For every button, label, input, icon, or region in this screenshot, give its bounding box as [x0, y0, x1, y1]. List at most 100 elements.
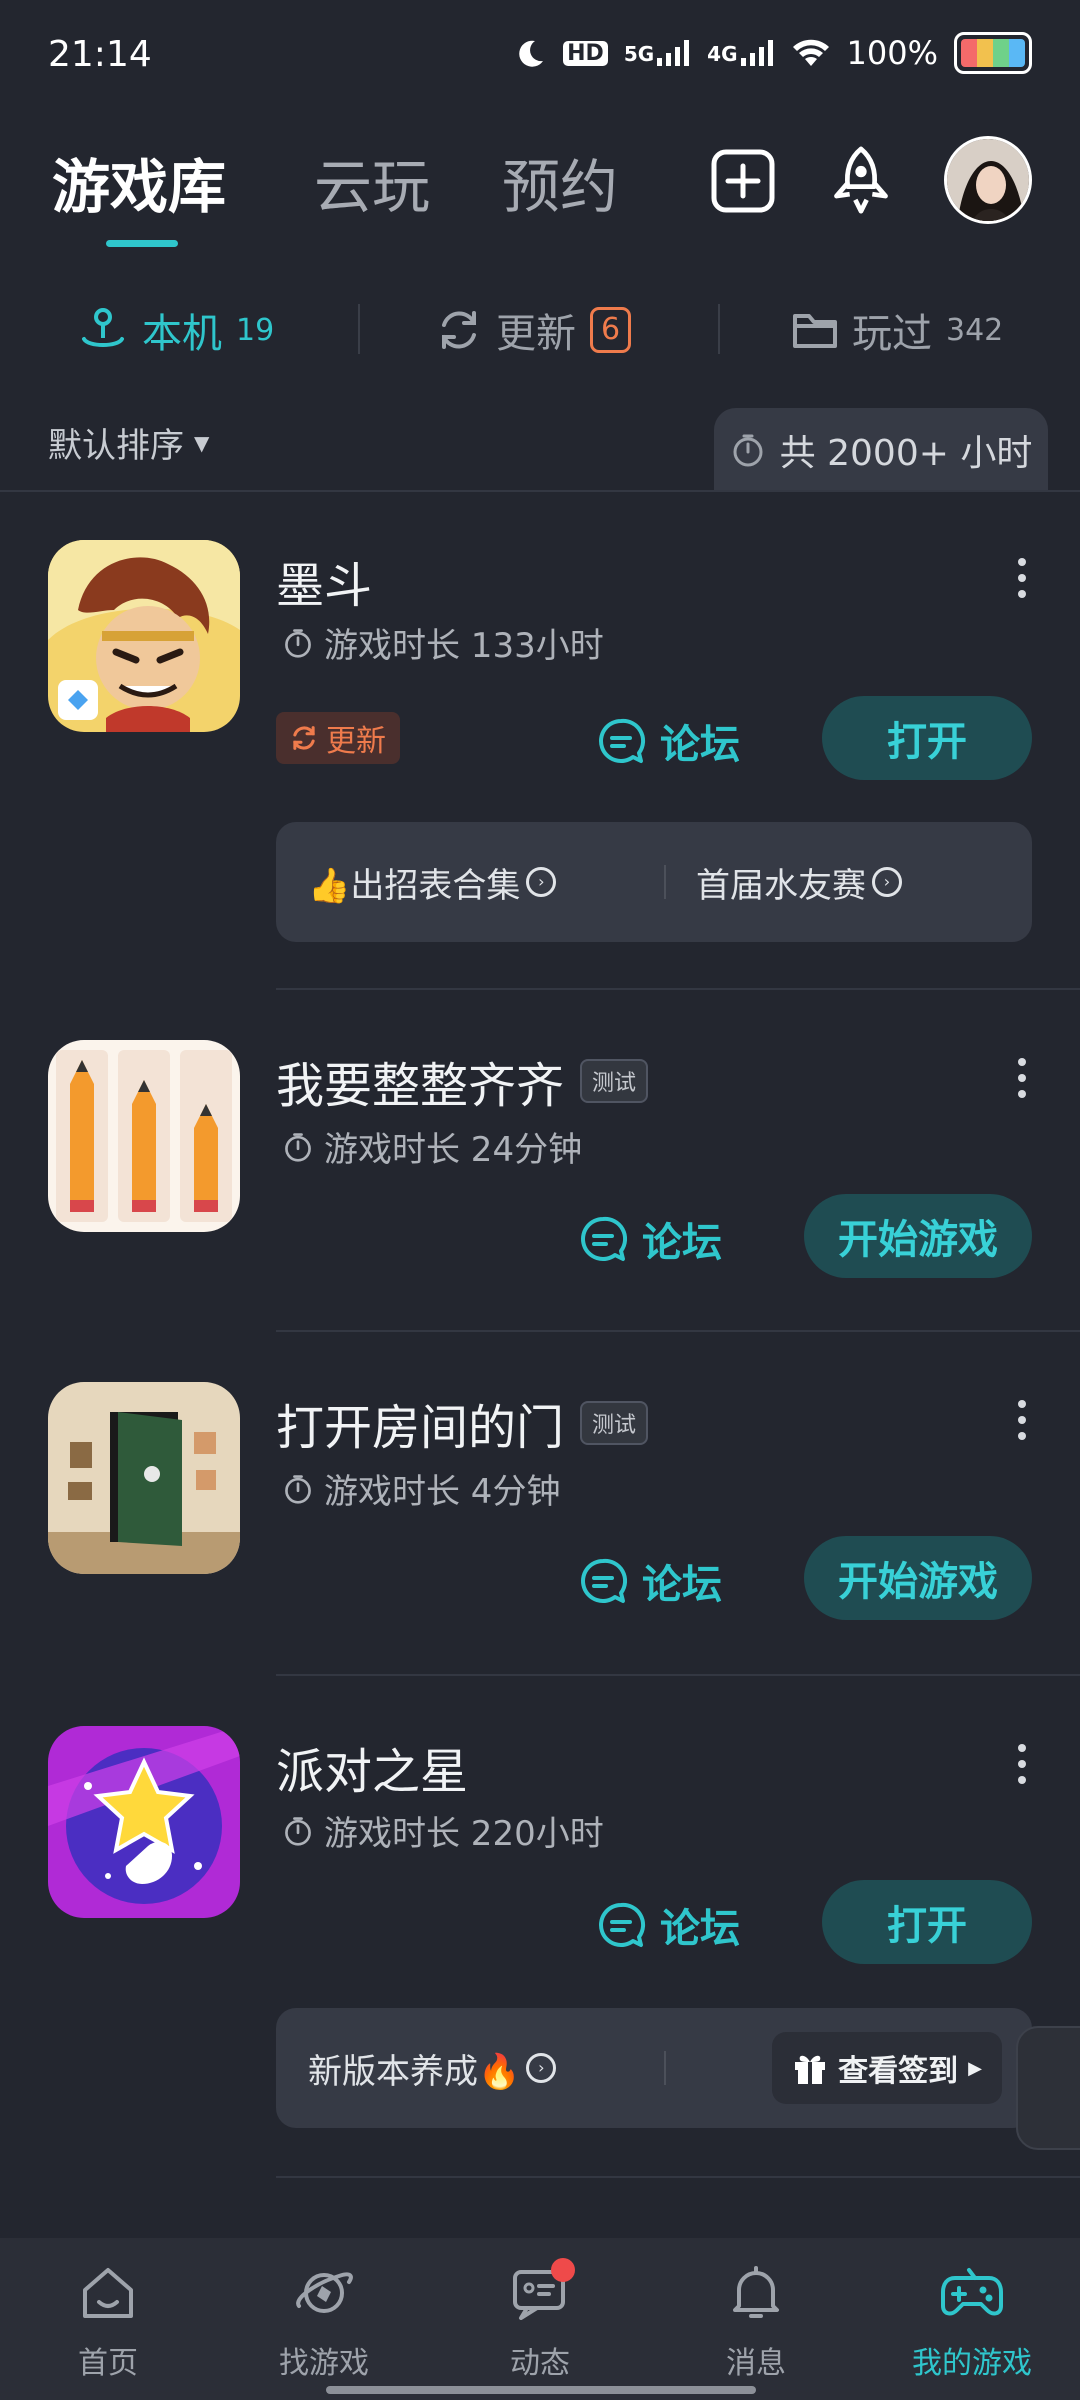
gamepad-icon [941, 2268, 1003, 2316]
game-playtime-open-door: 游戏时长 4分钟 [282, 1464, 560, 1513]
game-playtime-party-star: 游戏时长 220小时 [282, 1806, 604, 1855]
chat-bubble-icon [599, 718, 646, 763]
test-tag: 测试 [580, 1059, 649, 1103]
forum-link[interactable]: 论坛 [578, 1552, 722, 1610]
game-icon-party-star[interactable] [48, 1726, 240, 1918]
nav-my-games[interactable]: 我的游戏 [892, 2262, 1052, 2382]
avatar[interactable] [944, 136, 1032, 224]
subtab-update-label: 更新 [496, 311, 576, 357]
sort-dropdown[interactable]: 默认排序 ▼ [48, 418, 209, 467]
start-game-button[interactable]: 开始游戏 [804, 1536, 1032, 1620]
row-divider [276, 988, 1080, 990]
tab-reservation[interactable]: 预约 [502, 140, 618, 224]
open-game-button[interactable]: 打开 [822, 696, 1032, 780]
divider [0, 490, 1080, 492]
bell-icon [733, 2266, 779, 2318]
forum-link[interactable]: 论坛 [578, 1210, 722, 1268]
promo-card: 👍出招表合集 › 首届水友赛 › [276, 822, 1032, 942]
game-icon-modou[interactable] [48, 540, 240, 732]
forum-link[interactable]: 论坛 [596, 712, 740, 770]
chat-bubble-icon [581, 1216, 628, 1261]
row-divider [276, 2176, 1080, 2178]
arrow-right-circle-icon: › [526, 867, 557, 897]
wifi-icon [792, 39, 829, 66]
arrow-right-circle-icon: › [526, 2053, 557, 2083]
arrow-right-circle-icon: › [872, 867, 902, 897]
timer-icon [285, 1474, 311, 1504]
game-title-party-star[interactable]: 派对之星 [276, 1732, 468, 1802]
test-tag: 测试 [580, 1401, 649, 1445]
game-title-tidy-up[interactable]: 我要整整齐齐 测试 [276, 1046, 649, 1116]
open-game-button[interactable]: 打开 [822, 1880, 1032, 1964]
more-options-button[interactable] [1012, 558, 1032, 598]
status-icons: HD 5G 4G 100% [515, 32, 1032, 74]
subtab-divider [358, 304, 360, 354]
update-count-badge: 6 [590, 307, 632, 353]
game-icon-open-door[interactable] [48, 1382, 240, 1574]
subtab-played[interactable]: 玩过 342 [792, 300, 1003, 360]
chat-bubble-icon [581, 1558, 628, 1603]
gift-icon [795, 2055, 826, 2084]
sort-label: 默认排序 [48, 426, 184, 466]
subtab-played-label: 玩过 [852, 311, 932, 357]
refresh-icon [293, 726, 315, 750]
timer-icon [733, 434, 763, 467]
row-divider [276, 1330, 1080, 1332]
tab-cloud-play[interactable]: 云玩 [314, 140, 430, 224]
total-playtime-chip: 共 2000+ 小时 [714, 408, 1048, 492]
promo-moves-collection[interactable]: 👍出招表合集 › [308, 858, 664, 907]
nav-feed[interactable]: 动态 [460, 2258, 620, 2382]
promo-new-version[interactable]: 新版本养成🔥 › [308, 2044, 664, 2093]
subtab-update[interactable]: 更新 6 [436, 300, 632, 360]
4g-signal-icon: 4G [707, 40, 774, 66]
caret-down-icon: ▼ [194, 430, 210, 455]
notification-dot [551, 2258, 575, 2282]
rocket-icon [834, 146, 888, 214]
promo-tournament[interactable]: 首届水友赛 › [696, 858, 902, 907]
planet-icon [296, 2272, 353, 2313]
tab-game-library[interactable]: 游戏库 [52, 140, 226, 224]
game-title-open-door[interactable]: 打开房间的门 测试 [276, 1388, 649, 1458]
home-indicator [326, 2386, 756, 2394]
promo-divider [664, 865, 666, 899]
nav-home[interactable]: 首页 [28, 2262, 188, 2382]
nav-messages[interactable]: 消息 [676, 2262, 836, 2382]
joystick-icon [82, 308, 124, 347]
battery-icon [954, 32, 1032, 74]
game-title-modou[interactable]: 墨斗 [276, 546, 372, 616]
subtab-local[interactable]: 本机 19 [78, 300, 274, 360]
battery-percent: 100% [846, 34, 938, 72]
row-divider [276, 1674, 1080, 1676]
game-icon-tidy-up[interactable] [48, 1040, 240, 1232]
start-game-button[interactable]: 开始游戏 [804, 1194, 1032, 1278]
floating-side-button[interactable] [1016, 2026, 1080, 2150]
folder-icon [793, 314, 837, 348]
more-options-button[interactable] [1012, 1058, 1032, 1098]
subtab-local-count: 19 [236, 312, 275, 348]
5g-signal-icon: 5G [624, 40, 691, 66]
game-playtime-tidy-up: 游戏时长 24分钟 [282, 1122, 582, 1171]
timer-icon [285, 628, 311, 658]
timer-icon [285, 1132, 311, 1162]
chat-bubble-icon [599, 1902, 646, 1947]
subtab-local-label: 本机 [142, 311, 222, 357]
nav-find-games[interactable]: 找游戏 [244, 2262, 404, 2382]
speedup-button[interactable] [828, 146, 894, 214]
add-button[interactable] [710, 148, 776, 214]
signin-button[interactable]: 查看签到 ▶ [772, 2032, 1002, 2104]
promo-card: 新版本养成🔥 › 查看签到 ▶ [276, 2008, 1032, 2128]
game-playtime-modou: 游戏时长 133小时 [282, 618, 604, 667]
refresh-icon [442, 311, 476, 349]
status-time: 21:14 [48, 34, 152, 75]
hd-icon: HD [563, 40, 608, 66]
forum-link[interactable]: 论坛 [596, 1896, 740, 1954]
promo-divider [664, 2051, 666, 2085]
subtab-played-count: 342 [946, 312, 1004, 348]
more-options-button[interactable] [1012, 1744, 1032, 1784]
more-options-button[interactable] [1012, 1400, 1032, 1440]
home-icon [83, 2268, 133, 2318]
timer-icon [285, 1816, 311, 1846]
moon-icon [519, 40, 544, 67]
update-tag[interactable]: 更新 [276, 712, 400, 764]
plus-square-icon [711, 149, 775, 213]
